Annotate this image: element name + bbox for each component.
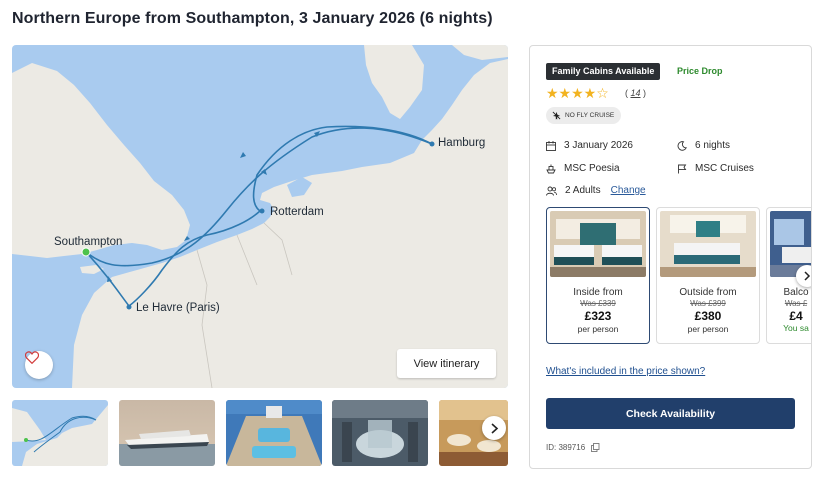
duration-text: 6 nights [695, 140, 731, 151]
cabins-next-button[interactable] [796, 265, 811, 287]
whats-included-link[interactable]: What's included in the price shown? [546, 366, 705, 377]
guests-text: 2 Adults [565, 185, 601, 196]
no-plane-icon [552, 111, 561, 120]
review-count-link[interactable]: 14 [631, 88, 641, 98]
cabin-outside-was-price: Was £399 [690, 299, 726, 308]
cabin-options: Inside from Was £339 £323 per person Out… [546, 207, 811, 345]
no-fly-cruise-badge: NO FLY CRUISE [546, 107, 622, 124]
gallery-thumbnails [12, 400, 508, 466]
cabin-balcony-price: £4 [789, 309, 803, 323]
cruise-id: ID: 389716 [546, 443, 600, 452]
no-fly-cruise-label: NO FLY CRUISE [565, 112, 615, 119]
review-count[interactable]: ( 14 ) [625, 88, 646, 98]
cabin-outside-price: £380 [694, 309, 722, 323]
thumbnail-ship-exterior[interactable] [119, 400, 215, 466]
cabin-inside-was-price: Was £339 [580, 299, 616, 308]
cabin-balcony-saving: You sa [783, 323, 809, 333]
cabin-outside-name: Outside from [679, 287, 737, 298]
cabin-outside-photo [660, 211, 756, 277]
page-title: Northern Europe from Southampton, 3 Janu… [12, 10, 493, 27]
star-rating: ★★★★☆ [546, 85, 609, 102]
sailing-date-text: 3 January 2026 [564, 140, 633, 151]
flag-icon [678, 164, 687, 173]
favourite-button[interactable] [25, 351, 53, 379]
cabin-balcony-was-price: Was £ [784, 299, 808, 308]
cruise-line-text: MSC Cruises [695, 163, 754, 174]
port-label-hamburg: Hamburg [438, 137, 486, 149]
cabin-inside[interactable]: Inside from Was £339 £323 per person [546, 207, 650, 344]
cruise-detail-page: Northern Europe from Southampton, 3 Janu… [0, 0, 828, 486]
view-itinerary-button[interactable]: View itinerary [397, 349, 496, 378]
ship-name: MSC Poesia [546, 163, 620, 174]
cabin-inside-per-person: per person [577, 324, 619, 334]
cabin-inside-price: £323 [584, 309, 612, 323]
cabin-balcony-name: Balco [783, 287, 809, 298]
ship-icon [546, 164, 556, 173]
route-map[interactable]: Southampton Le Havre (Paris) Rotterdam H… [12, 45, 508, 388]
cabin-inside-photo [550, 211, 646, 277]
calendar-icon [546, 140, 556, 151]
family-cabins-badge: Family Cabins Available [546, 63, 661, 80]
cabin-outside[interactable]: Outside from Was £399 £380 per person [656, 207, 760, 344]
route-map-graphic [12, 45, 508, 388]
thumbnail-route-map[interactable] [12, 400, 108, 466]
thumbnail-pool-deck[interactable] [226, 400, 322, 466]
chevron-right-icon [804, 271, 811, 281]
thumbnail-atrium[interactable] [332, 400, 428, 466]
sailing-date: 3 January 2026 [546, 140, 633, 151]
cruise-line: MSC Cruises [677, 163, 754, 174]
star-empty-icon: ☆ [596, 85, 609, 101]
duration: 6 nights [677, 140, 730, 151]
change-guests-link[interactable]: Change [611, 185, 646, 196]
cabin-outside-per-person: per person [687, 324, 729, 334]
guests: 2 Adults Change [546, 185, 646, 196]
cabin-inside-name: Inside from [573, 287, 623, 298]
gallery-next-button[interactable] [482, 416, 506, 440]
port-label-southampton: Southampton [54, 236, 123, 248]
price-drop-badge: Price Drop [677, 66, 723, 76]
cruise-id-text: ID: 389716 [546, 443, 586, 452]
port-label-rotterdam: Rotterdam [270, 206, 324, 218]
chevron-right-icon [490, 422, 498, 434]
copy-icon[interactable] [591, 443, 600, 452]
ship-name-text: MSC Poesia [564, 163, 620, 174]
star-full-icons: ★★★★ [546, 85, 597, 101]
check-availability-button[interactable]: Check Availability [546, 398, 795, 429]
booking-card: Family Cabins Available Price Drop ★★★★☆… [529, 45, 812, 469]
heart-icon [25, 351, 39, 364]
port-label-le-havre: Le Havre (Paris) [136, 302, 220, 314]
moon-icon [677, 140, 687, 151]
people-icon [546, 186, 557, 196]
